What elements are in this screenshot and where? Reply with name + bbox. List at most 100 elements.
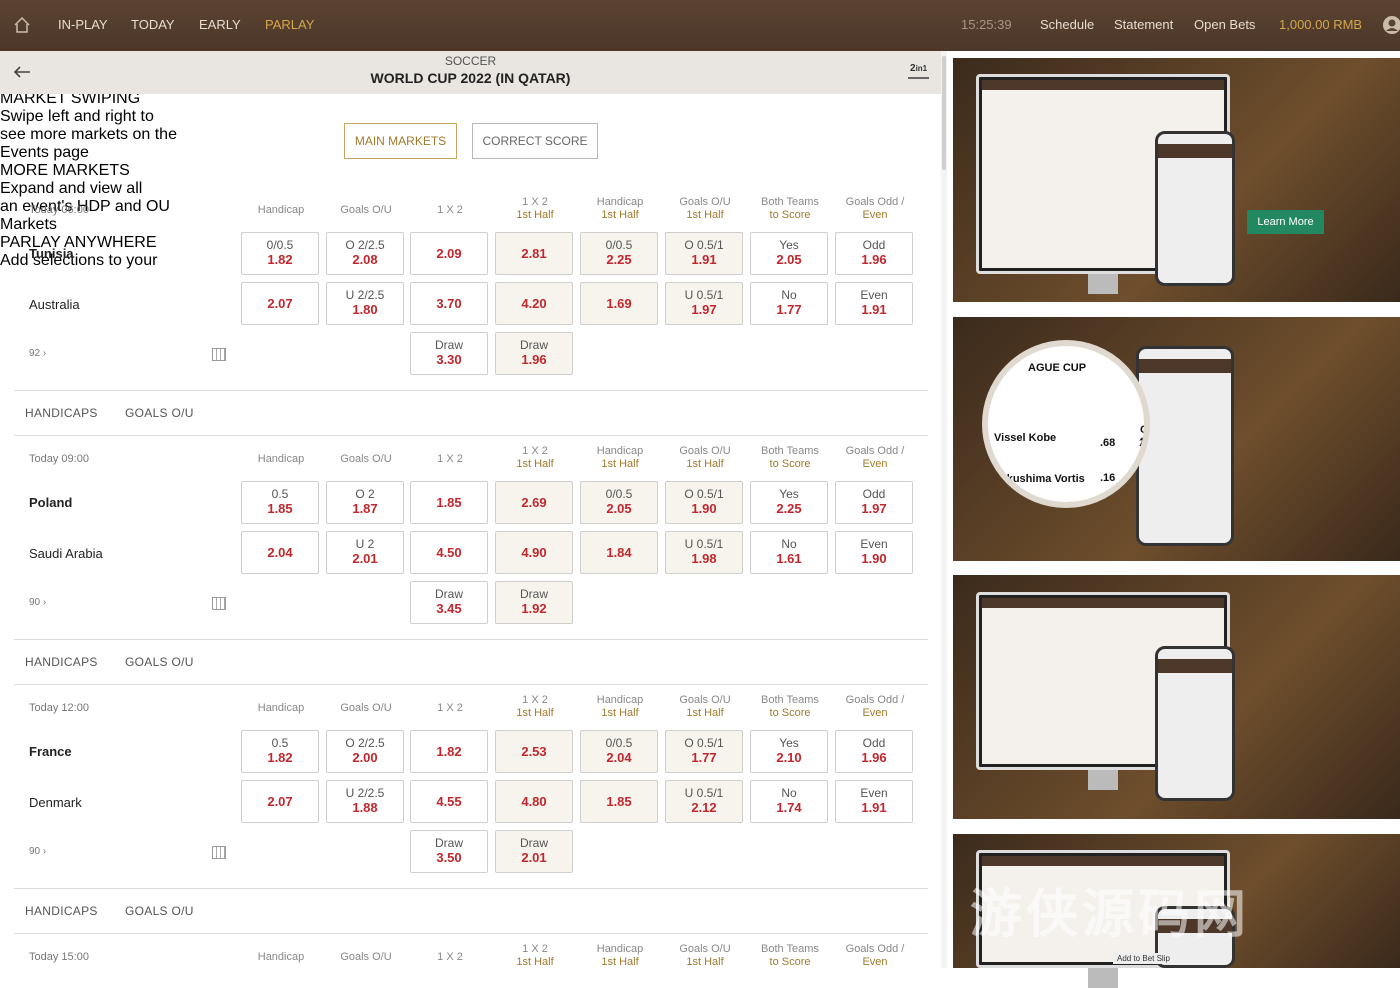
tab-correct-score[interactable]: CORRECT SCORE: [472, 123, 598, 159]
odds-line: U 0.5/1: [684, 786, 724, 800]
more-markets-count[interactable]: 92 ›: [29, 348, 46, 359]
nav-open-bets[interactable]: Open Bets: [1194, 17, 1255, 32]
odds-cell[interactable]: 1.85: [580, 780, 658, 823]
odds-cell[interactable]: 4.50: [410, 531, 488, 574]
scrollbar-thumb[interactable]: [942, 56, 946, 170]
learn-more-button[interactable]: Learn More: [1247, 210, 1324, 234]
user-icon[interactable]: [1382, 15, 1400, 38]
odds-cell[interactable]: U 0.5/1 1.97: [665, 282, 743, 325]
odds-line: U 2/2.5: [345, 786, 385, 800]
odds-cell[interactable]: O 0.5/1 1.91: [665, 232, 743, 275]
odds-cell[interactable]: 4.55: [410, 780, 488, 823]
odds-cell[interactable]: 2.81: [495, 232, 573, 275]
odds-cell[interactable]: 3.70: [410, 282, 488, 325]
column-header-line1: 1 X 2: [437, 204, 463, 216]
nav-today[interactable]: TODAY: [131, 17, 175, 32]
odds-cell[interactable]: 1.84: [580, 531, 658, 574]
odds-cell[interactable]: U 0.5/1 2.12: [665, 780, 743, 823]
market-tab-handicaps[interactable]: HANDICAPS: [25, 406, 98, 420]
column-header-line2: 1st Half: [601, 458, 639, 470]
add-to-bet-slip-chip[interactable]: Add to Bet Slip: [1113, 953, 1174, 964]
market-tab-handicaps[interactable]: HANDICAPS: [25, 904, 98, 918]
odds-cell[interactable]: 1.82: [410, 730, 488, 773]
odds-cell[interactable]: U 0.5/1 1.98: [665, 531, 743, 574]
odds-cell[interactable]: 2.04: [241, 531, 319, 574]
column-header-line2: to Score: [769, 458, 811, 470]
stats-icon[interactable]: [212, 597, 226, 610]
odds-cell[interactable]: O 0.5/1 1.77: [665, 730, 743, 773]
odds-cell[interactable]: 4.20: [495, 282, 573, 325]
column-header-line1: Handicap: [596, 445, 644, 457]
odds-cell[interactable]: No 1.74: [750, 780, 828, 823]
draw-odds-cell[interactable]: Draw 3.45: [410, 581, 488, 624]
odds-cell[interactable]: 2.09: [410, 232, 488, 275]
odds-cell[interactable]: 4.80: [495, 780, 573, 823]
odds-cell[interactable]: O 2 1.87: [326, 481, 404, 524]
two-in-one-toggle[interactable]: 2in1: [908, 62, 930, 79]
odds-cell[interactable]: 0/0.5 2.25: [580, 232, 658, 275]
account-balance[interactable]: 1,000.00 RMB: [1279, 17, 1362, 32]
odds-cell[interactable]: 2.69: [495, 481, 573, 524]
odds-cell[interactable]: U 2/2.5 1.80: [326, 282, 404, 325]
odds-cell[interactable]: Even 1.91: [835, 780, 913, 823]
home-icon[interactable]: [13, 16, 31, 37]
column-header: Handicap: [241, 453, 321, 466]
nav-statement[interactable]: Statement: [1114, 17, 1173, 32]
odds-cell[interactable]: Odd 1.96: [835, 232, 913, 275]
odds-price: 1.96: [861, 750, 887, 765]
odds-line: U 0.5/1: [684, 288, 724, 302]
draw-odds-cell[interactable]: Draw 2.01: [495, 830, 573, 873]
odds-cell[interactable]: Yes 2.10: [750, 730, 828, 773]
odds-cell[interactable]: 2.53: [495, 730, 573, 773]
odds-cell[interactable]: 0.5 1.82: [241, 730, 319, 773]
odds-cell[interactable]: Even 1.90: [835, 531, 913, 574]
odds-cell[interactable]: Yes 2.25: [750, 481, 828, 524]
odds-price: 1.77: [691, 750, 717, 765]
market-tab-handicaps[interactable]: HANDICAPS: [25, 655, 98, 669]
odds-cell[interactable]: O 0.5/1 1.90: [665, 481, 743, 524]
column-header: 1 X 2 1st Half: [495, 445, 575, 471]
market-tab-goals[interactable]: GOALS O/U: [125, 655, 194, 669]
odds-cell[interactable]: O 2/2.5 2.00: [326, 730, 404, 773]
nav-schedule[interactable]: Schedule: [1040, 17, 1094, 32]
market-tab-goals[interactable]: GOALS O/U: [125, 406, 194, 420]
odds-cell[interactable]: U 2 2.01: [326, 531, 404, 574]
odds-cell[interactable]: 4.90: [495, 531, 573, 574]
odds-cell[interactable]: 1.69: [580, 282, 658, 325]
draw-odds-cell[interactable]: Draw 1.92: [495, 581, 573, 624]
odds-cell[interactable]: Yes 2.05: [750, 232, 828, 275]
odds-cell[interactable]: Even 1.91: [835, 282, 913, 325]
more-markets-count[interactable]: 90 ›: [29, 846, 46, 857]
odds-cell[interactable]: 0/0.5 2.05: [580, 481, 658, 524]
nav-early[interactable]: EARLY: [199, 17, 241, 32]
tab-main-markets[interactable]: MAIN MARKETS: [344, 123, 457, 159]
odds-line: O 0.5/1: [684, 736, 724, 750]
odds-cell[interactable]: Odd 1.96: [835, 730, 913, 773]
odds-cell[interactable]: 0/0.5 2.04: [580, 730, 658, 773]
odds-cell[interactable]: 2.07: [241, 780, 319, 823]
column-header-line2: 1st Half: [516, 707, 554, 719]
odds-cell[interactable]: 1.85: [410, 481, 488, 524]
column-header-line1: Goals O/U: [679, 694, 731, 706]
draw-odds-cell[interactable]: Draw 3.30: [410, 332, 488, 375]
odds-cell[interactable]: No 1.77: [750, 282, 828, 325]
stats-icon[interactable]: [212, 846, 226, 859]
stats-icon[interactable]: [212, 348, 226, 361]
odds-cell[interactable]: 0.5 1.85: [241, 481, 319, 524]
odds-cell[interactable]: 2.07: [241, 282, 319, 325]
column-header: Handicap 1st Half: [580, 943, 660, 969]
odds-price: 4.80: [521, 794, 547, 809]
odds-cell[interactable]: Odd 1.97: [835, 481, 913, 524]
scrollbar-track[interactable]: [941, 51, 947, 968]
market-tab-goals[interactable]: GOALS O/U: [125, 904, 194, 918]
draw-odds-cell[interactable]: Draw 3.50: [410, 830, 488, 873]
odds-cell[interactable]: U 2/2.5 1.88: [326, 780, 404, 823]
draw-odds-cell[interactable]: Draw 1.96: [495, 332, 573, 375]
column-header-line1: Goals O/U: [679, 196, 731, 208]
odds-cell[interactable]: O 2/2.5 2.08: [326, 232, 404, 275]
odds-cell[interactable]: No 1.61: [750, 531, 828, 574]
more-markets-count[interactable]: 90 ›: [29, 597, 46, 608]
nav-parlay[interactable]: PARLAY: [265, 17, 314, 32]
odds-cell[interactable]: 0/0.5 1.82: [241, 232, 319, 275]
nav-in-play[interactable]: IN-PLAY: [58, 17, 108, 32]
